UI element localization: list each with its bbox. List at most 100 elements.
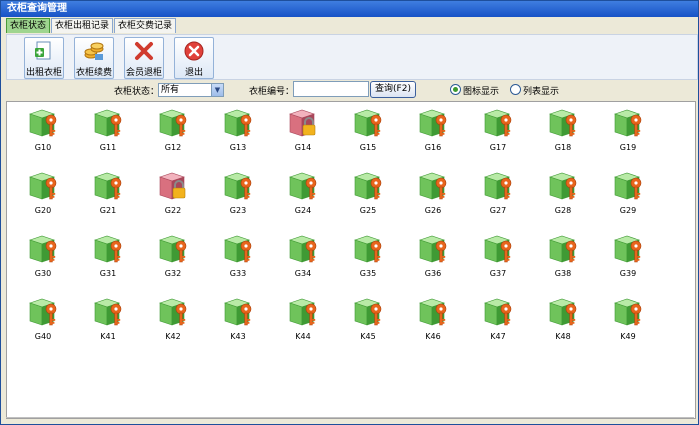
tab-bar: 衣柜状态 衣柜出租记录 衣柜交费记录: [6, 18, 177, 33]
exit-button[interactable]: 退出: [174, 37, 214, 79]
locker-item[interactable]: G14: [275, 106, 331, 166]
locker-item[interactable]: G37: [470, 232, 526, 292]
locker-item[interactable]: K45: [340, 295, 396, 355]
locker-item[interactable]: K47: [470, 295, 526, 355]
locker-item[interactable]: G22: [145, 169, 201, 229]
available-locker-icon: [470, 106, 526, 140]
exit-icon: [184, 41, 204, 61]
locker-item[interactable]: G24: [275, 169, 331, 229]
locker-item[interactable]: G36: [405, 232, 461, 292]
locker-item[interactable]: G32: [145, 232, 201, 292]
chevron-down-icon[interactable]: ▼: [211, 84, 223, 96]
available-locker-icon: [80, 106, 136, 140]
locker-item[interactable]: G21: [80, 169, 136, 229]
locker-name: G29: [619, 206, 637, 215]
return-locker-button[interactable]: 会员退柜: [124, 37, 164, 79]
locker-item[interactable]: G31: [80, 232, 136, 292]
locker-item[interactable]: K43: [210, 295, 266, 355]
available-locker-icon: [470, 232, 526, 266]
locker-item[interactable]: K46: [405, 295, 461, 355]
locker-item[interactable]: G39: [600, 232, 656, 292]
rent-locker-label: 出租衣柜: [25, 68, 62, 78]
tab-payment-records[interactable]: 衣柜交费记录: [114, 18, 177, 33]
available-locker-icon: [600, 295, 656, 329]
locker-item[interactable]: K48: [535, 295, 591, 355]
locker-item[interactable]: G29: [600, 169, 656, 229]
list-view-label[interactable]: 列表显示: [523, 84, 559, 97]
locker-query-window: 衣柜查询管理 衣柜状态 衣柜出租记录 衣柜交费记录 出租衣柜 衣柜续费 会员退柜…: [0, 0, 699, 425]
tab-locker-status[interactable]: 衣柜状态: [6, 18, 51, 33]
locker-item[interactable]: G12: [145, 106, 201, 166]
locker-item[interactable]: G13: [210, 106, 266, 166]
available-locker-icon: [470, 169, 526, 203]
available-locker-icon: [145, 295, 201, 329]
locker-item[interactable]: G28: [535, 169, 591, 229]
return-locker-label: 会员退柜: [125, 68, 162, 78]
locker-item[interactable]: G34: [275, 232, 331, 292]
locker-name: G38: [554, 269, 572, 278]
locker-item[interactable]: K49: [600, 295, 656, 355]
available-locker-icon: [535, 295, 591, 329]
locker-item[interactable]: G23: [210, 169, 266, 229]
locker-item[interactable]: G15: [340, 106, 396, 166]
available-locker-icon: [535, 106, 591, 140]
locker-item[interactable]: G11: [80, 106, 136, 166]
locker-item[interactable]: K44: [275, 295, 331, 355]
locker-name: G19: [619, 143, 637, 152]
available-locker-icon: [600, 106, 656, 140]
locker-name: G15: [359, 143, 377, 152]
locker-item[interactable]: G35: [340, 232, 396, 292]
locker-number-input[interactable]: [293, 81, 369, 97]
list-view-radio[interactable]: [510, 84, 521, 95]
renew-locker-button[interactable]: 衣柜续费: [74, 37, 114, 79]
locker-item[interactable]: G30: [15, 232, 71, 292]
available-locker-icon: [535, 232, 591, 266]
icon-view-label[interactable]: 图标显示: [463, 84, 499, 97]
locker-item[interactable]: G27: [470, 169, 526, 229]
locker-grid: G10 G11 G12 G13 G14 G15 G16 G17 G18 G19 G20 G21 G22 G…: [6, 101, 696, 419]
available-locker-icon: [600, 169, 656, 203]
locker-item[interactable]: G25: [340, 169, 396, 229]
locker-name: G39: [619, 269, 637, 278]
available-locker-icon: [275, 169, 331, 203]
locker-item[interactable]: G10: [15, 106, 71, 166]
locker-item[interactable]: G38: [535, 232, 591, 292]
locker-item[interactable]: G20: [15, 169, 71, 229]
toolbar: 出租衣柜 衣柜续费 会员退柜 退出: [6, 34, 698, 80]
locker-name: G35: [359, 269, 377, 278]
status-select[interactable]: 所有 ▼: [158, 83, 224, 97]
locker-item[interactable]: G17: [470, 106, 526, 166]
locker-item[interactable]: K41: [80, 295, 136, 355]
available-locker-icon: [405, 232, 461, 266]
available-locker-icon: [340, 232, 396, 266]
locker-item[interactable]: K42: [145, 295, 201, 355]
available-locker-icon: [15, 295, 71, 329]
red-x-icon: [135, 42, 153, 60]
available-locker-icon: [340, 295, 396, 329]
query-button[interactable]: 查询(F2): [370, 81, 416, 98]
locker-item[interactable]: G26: [405, 169, 461, 229]
locker-name: G33: [229, 269, 247, 278]
locker-name: K47: [490, 332, 506, 341]
available-locker-icon: [600, 232, 656, 266]
window-title: 衣柜查询管理: [1, 1, 698, 17]
locker-name: G37: [489, 269, 507, 278]
icon-view-radio[interactable]: [450, 84, 461, 95]
locker-name: K44: [295, 332, 311, 341]
tab-rent-records[interactable]: 衣柜出租记录: [51, 18, 114, 33]
locker-name: G30: [34, 269, 52, 278]
locker-name: G13: [229, 143, 247, 152]
renew-locker-label: 衣柜续费: [75, 68, 112, 78]
available-locker-icon: [210, 232, 266, 266]
locker-item[interactable]: G19: [600, 106, 656, 166]
locker-item[interactable]: G16: [405, 106, 461, 166]
bottom-divider: [6, 417, 694, 422]
filter-bar: 衣柜状态： 所有 ▼ 衣柜编号： 查询(F2) 图标显示 列表显示: [6, 81, 696, 99]
available-locker-icon: [210, 169, 266, 203]
available-locker-icon: [15, 169, 71, 203]
locker-item[interactable]: G18: [535, 106, 591, 166]
locker-item[interactable]: G40: [15, 295, 71, 355]
rent-locker-button[interactable]: 出租衣柜: [24, 37, 64, 79]
available-locker-icon: [210, 106, 266, 140]
locker-item[interactable]: G33: [210, 232, 266, 292]
